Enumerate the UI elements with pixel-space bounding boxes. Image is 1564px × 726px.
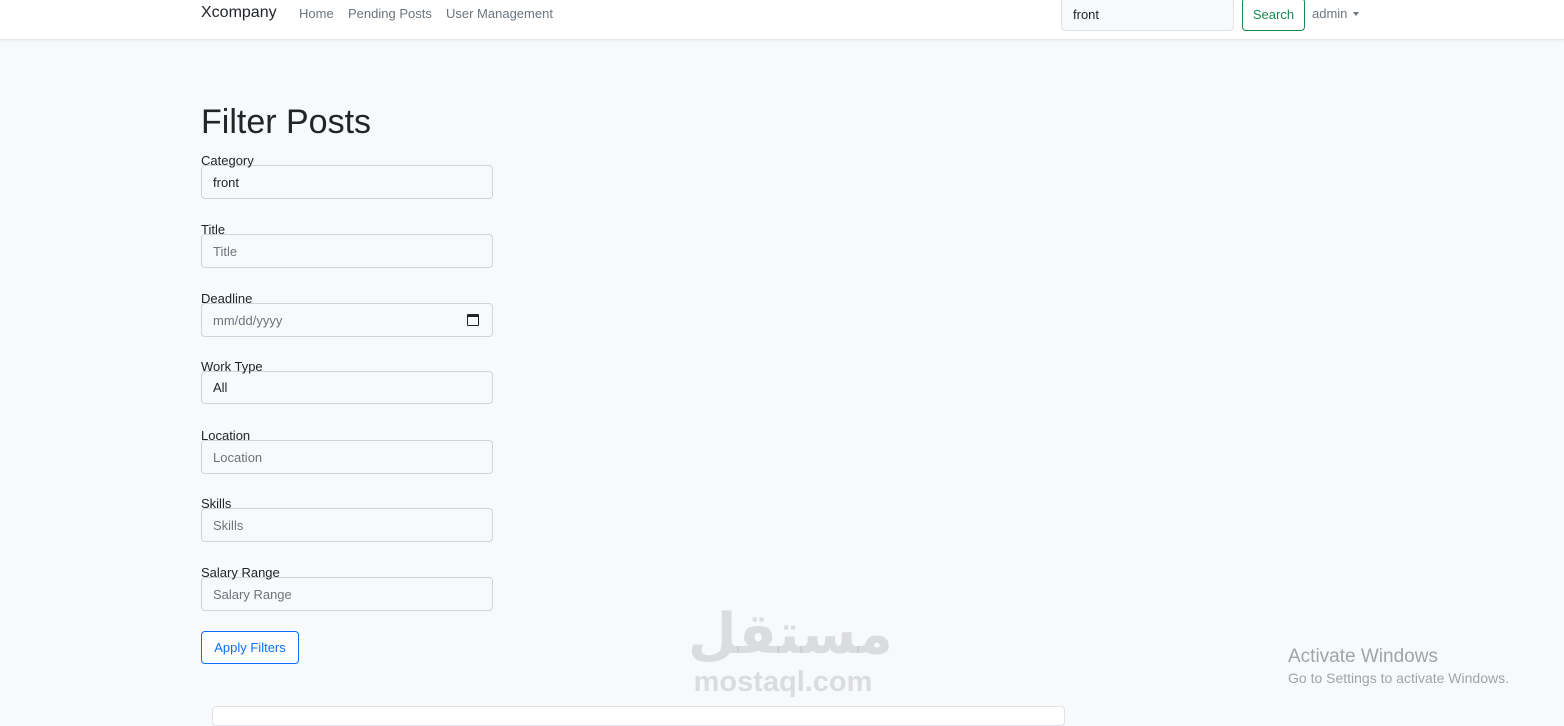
title-input[interactable]	[201, 234, 493, 268]
location-input[interactable]	[201, 440, 493, 474]
work-type-select[interactable]: All	[201, 371, 493, 404]
calendar-icon[interactable]	[467, 314, 479, 326]
navbar-search-input[interactable]	[1061, 0, 1234, 31]
watermark-arabic: مستقل	[688, 602, 893, 665]
category-group: Category	[201, 153, 493, 199]
activate-windows-subtitle: Go to Settings to activate Windows.	[1288, 670, 1509, 686]
nav-link-home[interactable]: Home	[299, 6, 334, 21]
deadline-date-field	[201, 303, 493, 337]
activate-windows-title: Activate Windows	[1288, 646, 1438, 667]
navbar-search-button[interactable]: Search	[1242, 0, 1305, 31]
results-card	[212, 706, 1065, 726]
deadline-input[interactable]	[201, 303, 493, 337]
deadline-group: Deadline	[201, 291, 493, 337]
location-group: Location	[201, 428, 493, 474]
page-title: Filter Posts	[201, 103, 372, 141]
caret-down-icon	[1353, 11, 1360, 16]
salary-range-input[interactable]	[201, 577, 493, 611]
title-group: Title	[201, 222, 493, 268]
user-name: admin	[1312, 6, 1348, 21]
salary-range-group: Salary Range	[201, 565, 493, 611]
user-dropdown[interactable]: admin	[1312, 6, 1360, 21]
work-type-selected-value: All	[213, 380, 228, 395]
work-type-group: Work Type All	[201, 359, 493, 404]
nav-link-user-management[interactable]: User Management	[446, 6, 553, 21]
apply-filters-button[interactable]: Apply Filters	[201, 631, 299, 664]
skills-group: Skills	[201, 496, 493, 542]
nav-link-pending-posts[interactable]: Pending Posts	[348, 6, 432, 21]
skills-input[interactable]	[201, 508, 493, 542]
top-navbar: Xcompany Home Pending Posts User Managem…	[0, 0, 1564, 40]
brand-logo[interactable]: Xcompany	[201, 4, 277, 22]
watermark-latin: mostaql.com	[693, 666, 873, 698]
category-input[interactable]	[201, 165, 493, 199]
